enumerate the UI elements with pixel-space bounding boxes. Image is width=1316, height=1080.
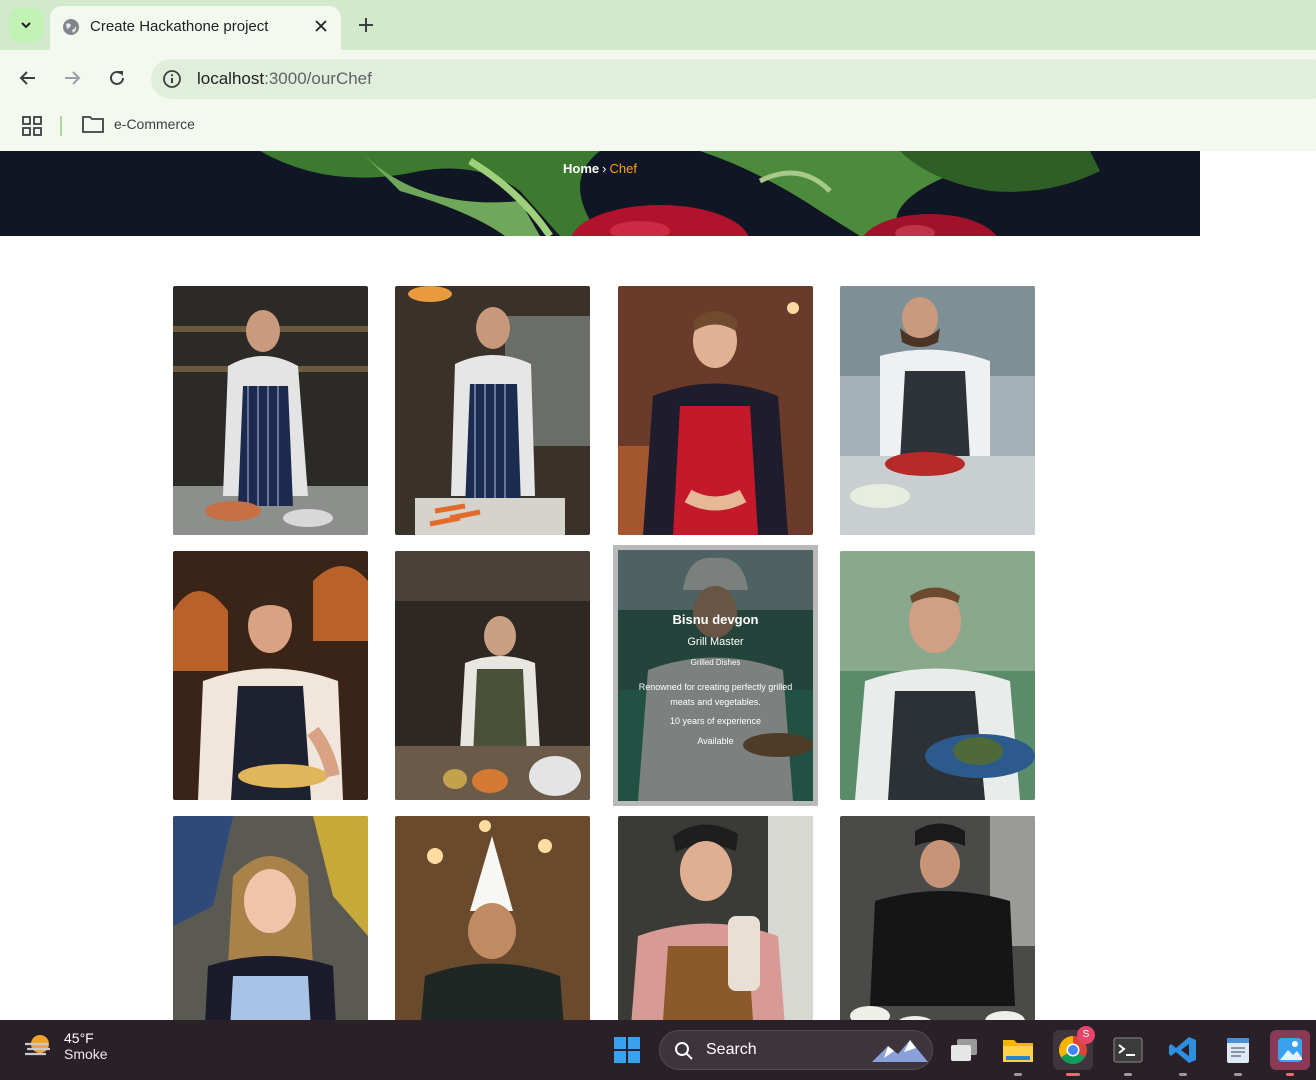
chef-card[interactable] [395,286,590,535]
task-view-icon [951,1039,977,1061]
chef-card[interactable] [173,286,368,535]
globe-icon [63,19,79,35]
folder-icon [82,116,104,133]
running-indicator [1234,1073,1242,1076]
chef-info-overlay: Bisnu devgon Grill Master Grilled Dishes… [618,550,813,801]
chef-photo [840,551,1035,800]
smoke-weather-icon [25,1035,50,1056]
chef-role: Grill Master [687,636,744,648]
terminal-icon [1113,1037,1143,1063]
url-path: :3000/ourChef [264,69,372,88]
chrome-button[interactable]: S [1053,1026,1095,1076]
url-text[interactable]: localhost:3000/ourChef [197,69,372,89]
address-bar[interactable]: localhost:3000/ourChef [151,59,1316,99]
chef-photo [840,286,1035,535]
breadcrumb-home-link[interactable]: Home [563,161,599,176]
windows-logo-icon [614,1037,640,1063]
notepad-button[interactable] [1218,1030,1258,1076]
forward-button[interactable] [60,66,84,90]
bookmarks-bar: e-Commerce [0,106,1316,151]
close-tab-icon[interactable] [311,16,331,36]
search-icon [675,1042,693,1060]
featured-chef-card[interactable]: Bisnu devgon Grill Master Grilled Dishes… [613,545,818,806]
apps-grid-icon[interactable] [22,116,42,136]
running-indicator [1014,1073,1022,1076]
folder-icon [1003,1040,1033,1062]
breadcrumb: Home › Chef [0,161,1200,176]
bookmark-folder-label: e-Commerce [114,116,195,132]
file-explorer-button[interactable] [998,1030,1038,1076]
reload-button[interactable] [105,66,129,90]
active-indicator [1066,1073,1080,1076]
chef-card[interactable] [618,286,813,535]
chef-photo [395,551,590,800]
site-info-icon[interactable] [162,69,182,89]
arrow-right-icon [65,71,81,85]
chrome-profile-badge: S [1077,1026,1095,1044]
task-view-button[interactable] [944,1030,984,1070]
new-tab-button[interactable] [354,13,378,37]
breadcrumb-current: Chef [609,161,637,176]
vscode-icon [1169,1037,1196,1063]
chef-card[interactable] [840,551,1035,800]
running-indicator [1124,1073,1132,1076]
bookmarks-divider [60,116,62,136]
chef-photo [618,286,813,535]
taskbar-search-box[interactable]: Search [659,1030,933,1070]
chef-experience: 10 years of experience [669,716,762,726]
bookmark-folder-ecommerce[interactable]: e-Commerce [82,115,195,133]
tab-title: Create Hackathone project [90,18,269,35]
chef-name: Bisnu devgon [672,612,759,627]
start-button[interactable] [607,1030,647,1070]
reload-icon [110,70,124,85]
photos-icon [1278,1038,1302,1062]
running-indicator [1286,1073,1294,1076]
weather-condition: Smoke [64,1046,108,1062]
plus-icon [359,18,373,32]
tab-search-button[interactable] [9,8,43,42]
browser-tab[interactable]: Create Hackathone project [50,6,341,50]
vscode-button[interactable] [1163,1030,1203,1076]
breadcrumb-separator: › [602,161,607,176]
photos-button[interactable] [1270,1030,1310,1076]
arrow-left-icon [19,71,35,85]
browser-tab-bar: Create Hackathone project [0,0,1316,50]
chef-photo [173,551,368,800]
back-button[interactable] [16,66,40,90]
browser-toolbar: localhost:3000/ourChef [0,50,1316,106]
windows-taskbar: 45°F Smoke Search S [0,1020,1316,1080]
url-host: localhost [197,69,265,88]
chef-description: Renowned for creating perfectly grilled … [638,682,793,707]
terminal-button[interactable] [1108,1030,1148,1076]
chef-availability: Available [697,736,734,746]
chef-photo [395,286,590,535]
weather-widget[interactable]: 45°F Smoke [22,1030,108,1062]
running-indicator [1179,1073,1187,1076]
chef-card[interactable] [173,551,368,800]
search-highlight-image [872,1040,928,1062]
chef-photo [173,286,368,535]
chef-card[interactable] [395,551,590,800]
notepad-icon [1227,1038,1249,1063]
chef-card[interactable] [840,286,1035,535]
taskbar-search-label: Search [706,1041,757,1058]
chevron-down-icon [21,22,31,29]
chef-specialty: Grilled Dishes [690,658,741,667]
hero-banner: Home › Chef [0,151,1200,236]
weather-temperature: 45°F [64,1030,94,1046]
